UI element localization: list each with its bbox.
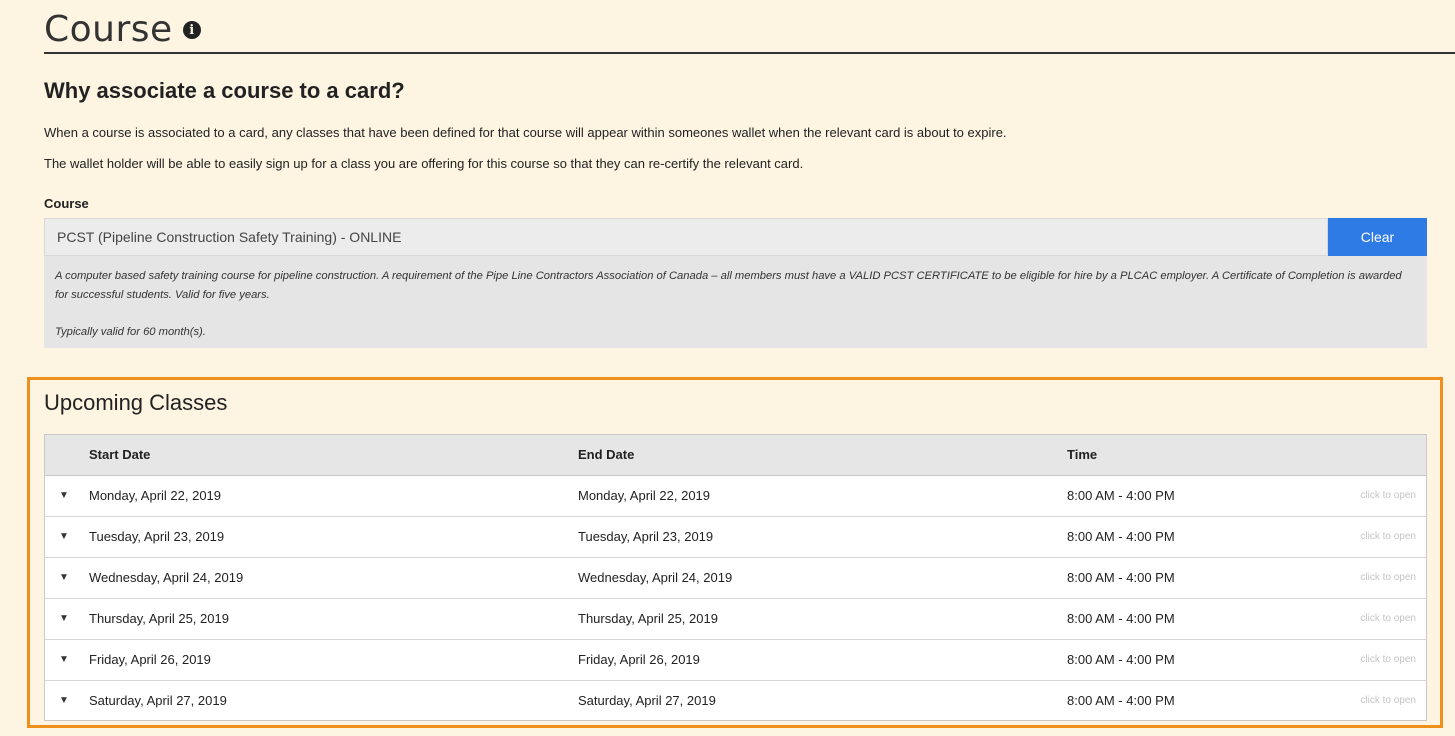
click-to-open-hint[interactable]: click to open [1360,558,1416,598]
caret-down-icon[interactable]: ▼ [59,599,69,639]
time-cell: 8:00 AM - 4:00 PM [1067,570,1175,585]
start-date-cell: Tuesday, April 23, 2019 [89,529,225,544]
table-row[interactable]: ▼ Monday, April 22, 2019 Monday, April 2… [45,476,1426,517]
click-to-open-hint[interactable]: click to open [1360,640,1416,680]
end-date-cell: Monday, April 22, 2019 [578,488,711,503]
upcoming-classes-table: Start Date End Date Time ▼ Monday, April… [44,434,1427,721]
click-to-open-hint[interactable]: click to open [1360,517,1416,557]
table-row[interactable]: ▼ Saturday, April 27, 2019 Saturday, Apr… [45,681,1426,720]
start-date-cell: Thursday, April 25, 2019 [89,611,229,626]
table-header: Start Date End Date Time [45,435,1426,476]
start-date-cell: Saturday, April 27, 2019 [89,693,227,708]
course-field[interactable]: PCST (Pipeline Construction Safety Train… [44,218,1328,256]
caret-down-icon[interactable]: ▼ [59,640,69,680]
click-to-open-hint[interactable]: click to open [1360,599,1416,639]
click-to-open-hint[interactable]: click to open [1360,476,1416,516]
time-cell: 8:00 AM - 4:00 PM [1067,693,1175,708]
end-date-cell: Saturday, April 27, 2019 [578,693,716,708]
course-label: Course [44,196,89,211]
caret-down-icon[interactable]: ▼ [59,476,69,516]
course-description-panel: A computer based safety training course … [44,256,1427,348]
page: Course i Why associate a course to a car… [0,0,1455,736]
time-cell: 8:00 AM - 4:00 PM [1067,611,1175,626]
column-header-start-date: Start Date [89,447,151,462]
upcoming-classes-title: Upcoming Classes [44,390,228,415]
time-cell: 8:00 AM - 4:00 PM [1067,529,1175,544]
course-selector: PCST (Pipeline Construction Safety Train… [44,218,1427,256]
start-date-cell: Wednesday, April 24, 2019 [89,570,244,585]
course-description: A computer based safety training course … [55,270,1402,301]
end-date-cell: Friday, April 26, 2019 [578,652,700,667]
page-title: Course [44,8,173,50]
why-paragraph-2: The wallet holder will be able to easily… [44,156,804,171]
table-row[interactable]: ▼ Wednesday, April 24, 2019 Wednesday, A… [45,558,1426,599]
end-date-cell: Thursday, April 25, 2019 [578,611,718,626]
table-row[interactable]: ▼ Thursday, April 25, 2019 Thursday, Apr… [45,599,1426,640]
time-cell: 8:00 AM - 4:00 PM [1067,652,1175,667]
clear-button[interactable]: Clear [1328,218,1427,256]
caret-down-icon[interactable]: ▼ [59,681,69,721]
caret-down-icon[interactable]: ▼ [59,517,69,557]
why-paragraph-1: When a course is associated to a card, a… [44,125,1007,140]
table-row[interactable]: ▼ Friday, April 26, 2019 Friday, April 2… [45,640,1426,681]
column-header-end-date: End Date [578,447,635,462]
end-date-cell: Tuesday, April 23, 2019 [578,529,714,544]
column-header-time: Time [1067,447,1098,462]
caret-down-icon[interactable]: ▼ [59,558,69,598]
info-icon[interactable]: i [182,21,201,39]
time-cell: 8:00 AM - 4:00 PM [1067,488,1175,503]
course-validity: Typically valid for 60 month(s). [55,326,206,338]
page-header: Course i [44,6,1455,54]
click-to-open-hint[interactable]: click to open [1360,681,1416,721]
why-heading: Why associate a course to a card? [44,78,405,103]
table-row[interactable]: ▼ Tuesday, April 23, 2019 Tuesday, April… [45,517,1426,558]
start-date-cell: Friday, April 26, 2019 [89,652,211,667]
end-date-cell: Wednesday, April 24, 2019 [578,570,733,585]
start-date-cell: Monday, April 22, 2019 [89,488,222,503]
